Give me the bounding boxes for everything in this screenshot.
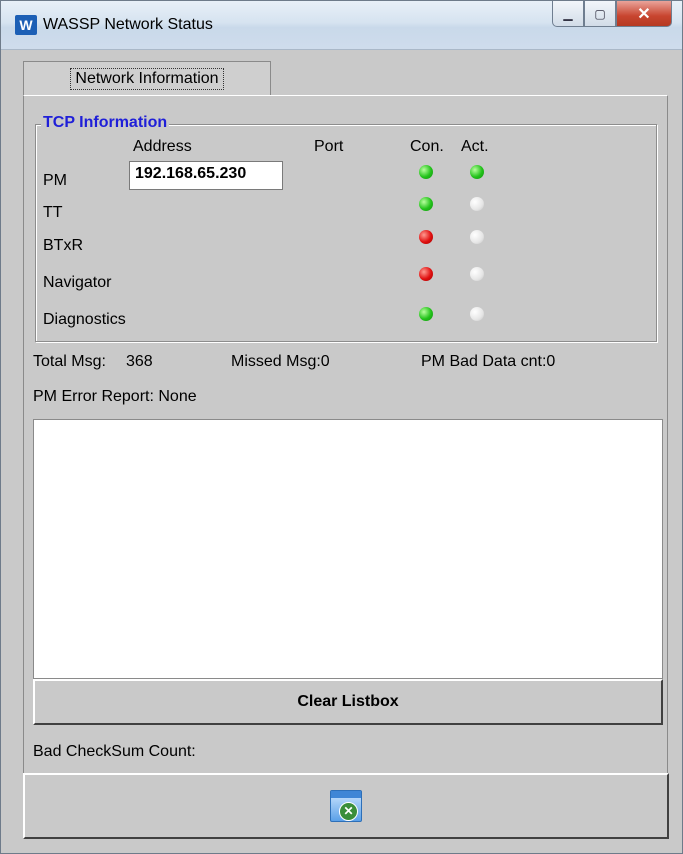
- message-listbox[interactable]: [33, 419, 663, 679]
- pm-address-field[interactable]: 192.168.65.230: [129, 161, 283, 190]
- close-icon: ✕: [637, 5, 651, 23]
- app-window: W WASSP Network Status ▁ ▢ ✕ Network Inf…: [0, 0, 683, 854]
- window-title: WASSP Network Status: [43, 16, 213, 33]
- tt-con-indicator: [419, 197, 433, 211]
- minimize-button[interactable]: ▁: [552, 1, 584, 27]
- row-label-navigator: Navigator: [43, 274, 112, 291]
- pm-bad-data-count: PM Bad Data cnt:0: [421, 353, 556, 370]
- row-label-pm: PM: [43, 172, 67, 189]
- title-bar[interactable]: W WASSP Network Status ▁ ▢ ✕: [1, 1, 682, 50]
- act-header: Act.: [461, 138, 489, 155]
- pm-con-indicator: [419, 165, 433, 179]
- exit-button[interactable]: ✕: [23, 773, 669, 839]
- navigator-con-indicator: [419, 267, 433, 281]
- app-logo-icon: W: [15, 15, 37, 35]
- tab-label: Network Information: [70, 67, 224, 90]
- missed-msg: Missed Msg:0: [231, 353, 330, 370]
- close-button[interactable]: ✕: [616, 1, 672, 27]
- btxr-act-indicator: [470, 230, 484, 244]
- row-label-tt: TT: [43, 204, 63, 221]
- tcp-information-group: [35, 124, 657, 342]
- maximize-icon: ▢: [594, 6, 606, 21]
- bad-checksum-count: Bad CheckSum Count:: [33, 743, 196, 760]
- minimize-icon: ▁: [563, 6, 573, 21]
- total-msg-value: 368: [126, 353, 153, 370]
- row-label-diagnostics: Diagnostics: [43, 311, 126, 328]
- row-label-btxr: BTxR: [43, 237, 83, 254]
- tcp-group-title: TCP Information: [41, 114, 170, 132]
- clear-listbox-button[interactable]: Clear Listbox: [33, 679, 663, 725]
- btxr-con-indicator: [419, 230, 433, 244]
- maximize-button[interactable]: ▢: [584, 1, 616, 27]
- con-header: Con.: [410, 138, 444, 155]
- port-header: Port: [314, 138, 344, 155]
- tt-act-indicator: [470, 197, 484, 211]
- pm-error-report: PM Error Report: None: [33, 388, 197, 405]
- exit-app-icon: ✕: [330, 790, 362, 822]
- address-header: Address: [133, 138, 192, 155]
- total-msg-label: Total Msg:: [33, 353, 106, 370]
- navigator-act-indicator: [470, 267, 484, 281]
- diagnostics-act-indicator: [470, 307, 484, 321]
- tab-network-information[interactable]: Network Information: [23, 61, 271, 95]
- pm-act-indicator: [470, 165, 484, 179]
- diagnostics-con-indicator: [419, 307, 433, 321]
